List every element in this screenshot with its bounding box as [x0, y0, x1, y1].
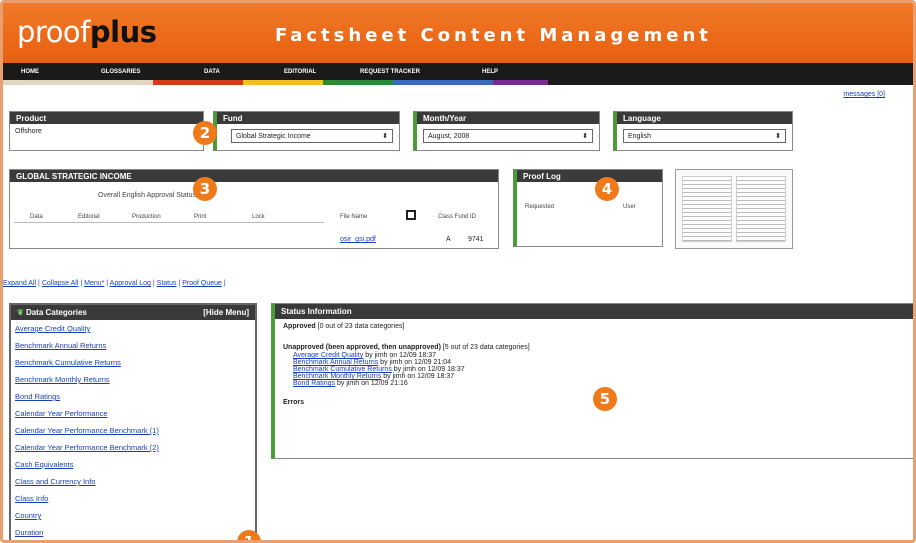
select-arrow-icon: ⬍	[775, 133, 781, 140]
proof-log-user: User	[623, 204, 636, 210]
callout-badge-2: 2	[193, 121, 217, 145]
status-info-panel: Status Information Approved [0 out of 23…	[271, 303, 913, 459]
unapproved-entry: Average Credit Quality by jimh on 12/09 …	[293, 352, 437, 359]
fund-status-title: GLOBAL STRATEGIC INCOME	[10, 170, 498, 182]
app-frame: proofplus Factsheet Content Management H…	[0, 0, 916, 543]
status-columns: Data Editorial Production Print Lock	[30, 214, 265, 220]
data-categories-header: ❦ Data Categories [Hide Menu]	[11, 305, 255, 320]
main-nav: HOME GLOSSARIES DATA EDITORIAL REQUEST T…	[3, 63, 913, 80]
callout-badge-3: 3	[193, 177, 217, 201]
file-name-link[interactable]: osir_gsi.pdf	[340, 236, 376, 243]
category-item[interactable]: Benchmark Annual Returns	[11, 337, 255, 354]
fund-id-value: 9741	[468, 236, 484, 243]
fund-status-panel: GLOBAL STRATEGIC INCOME Overall English …	[9, 169, 499, 249]
messages-link[interactable]: messages [0]	[843, 91, 885, 98]
class-value: A	[446, 236, 451, 243]
product-label: Product	[10, 112, 203, 124]
collapse-all-link[interactable]: Collapse All	[42, 280, 79, 287]
language-panel: Language English ⬍	[613, 111, 793, 151]
unapproved-line: Unapproved (been approved, then unapprov…	[283, 344, 530, 351]
product-value: Offshore	[15, 128, 42, 135]
unapproved-entry: Benchmark Monthly Returns by jimh on 12/…	[293, 373, 455, 380]
data-categories-panel: ❦ Data Categories [Hide Menu] Average Cr…	[9, 303, 257, 540]
category-item[interactable]: Country	[11, 507, 255, 524]
callout-badge-5: 5	[593, 387, 617, 411]
month-panel: Month/Year August, 2008 ⬍	[413, 111, 600, 151]
category-item[interactable]: Duration	[11, 524, 255, 540]
language-select[interactable]: English ⬍	[623, 129, 786, 143]
proof-log-title: Proof Log	[517, 170, 662, 182]
category-item[interactable]: Calendar Year Performance Benchmark (2)	[11, 439, 255, 456]
nav-editorial[interactable]: EDITORIAL	[284, 69, 360, 75]
hide-menu-link[interactable]: [Hide Menu]	[203, 308, 249, 318]
fund-select[interactable]: Global Strategic Income ⬍	[231, 129, 393, 143]
class-fund-header: Class Fund ID	[438, 214, 477, 220]
unapproved-entry: Benchmark Cumulative Returns by jimh on …	[293, 366, 465, 373]
nav-color-stripes	[3, 80, 913, 85]
logo: proofplus	[17, 15, 157, 49]
action-links: Expand All | Collapse All | Menu* | Appr…	[3, 280, 226, 287]
callout-badge-1: 1	[237, 530, 261, 540]
pdf-icon[interactable]	[406, 210, 416, 220]
status-link[interactable]: Status	[157, 280, 177, 287]
callout-badge-4: 4	[595, 177, 619, 201]
proof-log-panel: Proof Log Requested User	[513, 169, 663, 247]
fund-panel: Fund Global Strategic Income ⬍	[213, 111, 400, 151]
unapproved-entry: Bond Ratings by jimh on 12/09 21:16	[293, 380, 408, 387]
header: proofplus Factsheet Content Management	[3, 3, 913, 63]
category-list: Average Credit Quality Benchmark Annual …	[11, 320, 255, 540]
proof-queue-link[interactable]: Proof Queue	[182, 280, 222, 287]
category-item[interactable]: Benchmark Cumulative Returns	[11, 354, 255, 371]
nav-help[interactable]: HELP	[482, 69, 542, 75]
select-arrow-icon: ⬍	[582, 133, 588, 140]
nav-request-tracker[interactable]: REQUEST TRACKER	[360, 69, 482, 75]
status-divider	[14, 222, 324, 223]
overall-status-label: Overall English Approval Status	[98, 192, 197, 199]
expand-all-link[interactable]: Expand All	[3, 280, 36, 287]
select-arrow-icon: ⬍	[382, 133, 388, 140]
unapproved-entry: Benchmark Annual Returns by jimh on 12/0…	[293, 359, 451, 366]
fund-label: Fund	[217, 112, 399, 124]
factsheet-thumbnail[interactable]	[675, 169, 793, 249]
category-item[interactable]: Calendar Year Performance Benchmark (1)	[11, 422, 255, 439]
app-title: Factsheet Content Management	[275, 25, 712, 46]
month-label: Month/Year	[417, 112, 599, 124]
nav-glossaries[interactable]: GLOSSARIES	[101, 69, 204, 75]
category-item[interactable]: Average Credit Quality	[11, 320, 255, 337]
menu-link[interactable]: Menu*	[84, 280, 104, 287]
proof-log-requested: Requested	[525, 204, 555, 210]
product-panel: Product Offshore	[9, 111, 204, 151]
leaf-icon: ❦	[17, 308, 24, 317]
category-item[interactable]: Class and Currency Info	[11, 473, 255, 490]
status-info-title: Status Information	[275, 304, 913, 319]
nav-data[interactable]: DATA	[204, 69, 284, 75]
category-item[interactable]: Benchmark Monthly Returns	[11, 371, 255, 388]
nav-home[interactable]: HOME	[21, 69, 101, 75]
month-select[interactable]: August, 2008 ⬍	[423, 129, 593, 143]
approved-line: Approved [0 out of 23 data categories]	[283, 323, 405, 330]
category-item[interactable]: Calendar Year Performance	[11, 405, 255, 422]
language-label: Language	[617, 112, 792, 124]
category-item[interactable]: Cash Equivalents	[11, 456, 255, 473]
file-name-header: File Name	[340, 214, 368, 220]
approval-log-link[interactable]: Approval Log	[110, 280, 151, 287]
category-item[interactable]: Bond Ratings	[11, 388, 255, 405]
category-item[interactable]: Class Info	[11, 490, 255, 507]
